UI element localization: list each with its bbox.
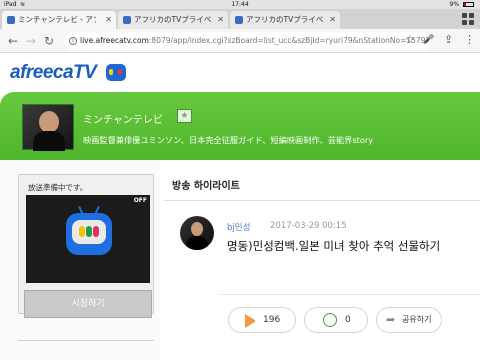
afreeca-logo[interactable]: afreecaTV xyxy=(10,62,97,84)
reload-icon[interactable]: ↻ xyxy=(44,34,54,48)
battery-indicator: 9% xyxy=(450,0,474,9)
post-title[interactable]: 명동)민성컴백.일본 미녀 찾아 추억 선물하기 xyxy=(227,238,480,254)
favicon-icon xyxy=(7,16,15,24)
browser-tab-2[interactable]: アフリカのTVプライベート ✕ xyxy=(118,11,228,29)
info-icon[interactable]: i xyxy=(69,37,77,45)
url-path: :8079/app/index.cgi?szBoard=list_ucc&szB… xyxy=(148,36,432,45)
divider xyxy=(164,200,480,201)
comments-button[interactable]: 0 xyxy=(304,307,368,333)
close-tab-icon[interactable]: ✕ xyxy=(329,11,336,29)
station-name[interactable]: ミンチャンテレビ xyxy=(83,111,163,126)
afreeca-tv-mascot-icon xyxy=(66,205,112,255)
broadcast-status: 放送準備中です。 xyxy=(28,183,88,192)
forward-arrow-icon[interactable]: → xyxy=(26,34,36,48)
tv-logo-icon[interactable] xyxy=(106,64,126,81)
section-title: 방송 하이라이트 xyxy=(172,181,240,192)
tab-overview-icon[interactable] xyxy=(462,13,474,25)
favorite-star-button[interactable]: ★ xyxy=(177,109,192,123)
close-tab-icon[interactable]: ✕ xyxy=(105,11,112,29)
site-header: afreecaTV xyxy=(0,54,480,94)
tab-strip: ミンチャンテレビ - アフリカ ✕ アフリカのTVプライベート ✕ アフリカのT… xyxy=(0,9,480,29)
station-description: 映画監督兼俳優ユミンソン、日本完全征服ガイド、短編映画制作、芸能界story xyxy=(83,135,374,145)
off-badge: OFF xyxy=(133,197,147,204)
address-bar: ← → ↻ i live.afreecatv.com:8079/app/inde… xyxy=(0,29,480,53)
station-banner: ミンチャンテレビ ★ 映画監督兼俳優ユミンソン、日本完全征服ガイド、短編映画制作… xyxy=(0,92,480,160)
status-bar: iPad ≋ 17:44 9% xyxy=(0,0,480,9)
back-arrow-icon[interactable]: ← xyxy=(8,34,18,48)
url-host: live.afreecatv.com xyxy=(80,36,149,45)
watch-button[interactable]: 시청하기 xyxy=(24,290,152,318)
battery-icon xyxy=(463,2,474,7)
bookmark-star-icon[interactable]: ☆ xyxy=(405,33,415,47)
favicon-icon xyxy=(235,16,243,24)
comment-bubble-icon xyxy=(323,313,337,327)
menu-icon[interactable]: ⋮ xyxy=(464,33,475,47)
share-icon[interactable]: ⇪ xyxy=(444,33,453,47)
favicon-icon xyxy=(123,16,131,24)
station-profile-photo[interactable] xyxy=(22,104,74,151)
close-tab-icon[interactable]: ✕ xyxy=(217,11,224,29)
microphone-icon[interactable]: 🎤 xyxy=(423,33,434,47)
views-count: 196 xyxy=(263,315,281,325)
battery-percent: 9% xyxy=(449,1,460,8)
views-button[interactable]: 196 xyxy=(228,307,296,333)
divider xyxy=(220,294,480,295)
divider xyxy=(18,340,154,341)
clock: 17:44 xyxy=(231,1,249,8)
post-author[interactable]: bj민성 xyxy=(227,221,250,233)
author-avatar[interactable] xyxy=(180,216,214,250)
stream-preview[interactable]: OFF xyxy=(26,195,150,283)
tab-title: アフリカのTVプライベート xyxy=(246,15,324,24)
play-icon xyxy=(245,314,259,328)
comments-count: 0 xyxy=(345,315,351,325)
browser-tab-1[interactable]: ミンチャンテレビ - アフリカ ✕ xyxy=(2,11,116,29)
share-button[interactable]: ➦ 공유하기 xyxy=(376,307,442,333)
post-date: 2017-03-29 00:15 xyxy=(270,221,347,231)
tab-title: アフリカのTVプライベート xyxy=(134,15,212,24)
share-label: 공유하기 xyxy=(402,315,432,324)
tab-title: ミンチャンテレビ - アフリカ xyxy=(18,15,96,24)
browser-tab-3[interactable]: アフリカのTVプライベート ✕ xyxy=(230,11,340,29)
share-arrow-icon: ➦ xyxy=(386,313,396,326)
url-field[interactable]: i live.afreecatv.com:8079/app/index.cgi?… xyxy=(64,32,432,50)
